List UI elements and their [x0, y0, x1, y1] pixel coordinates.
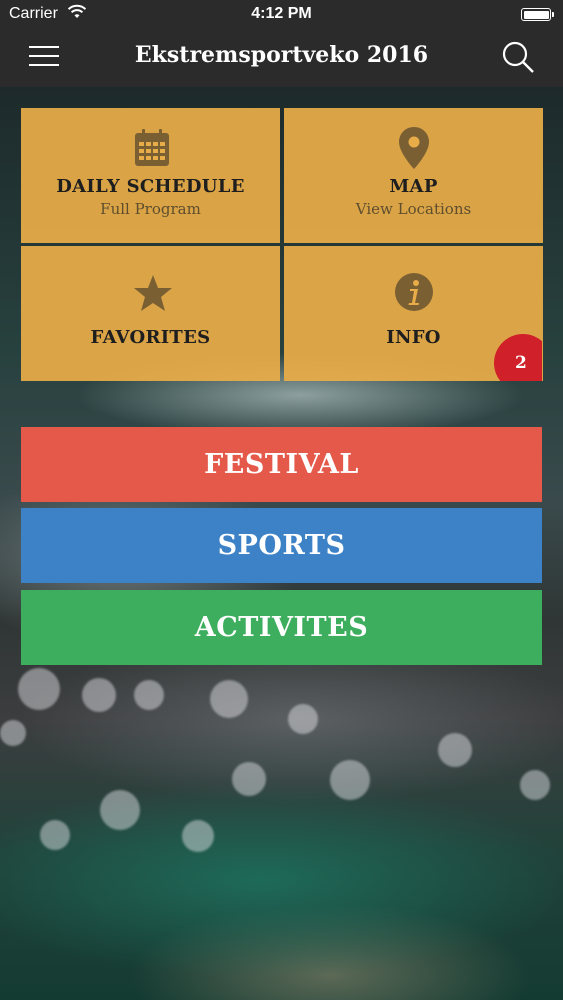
festival-button[interactable]: FESTIVAL — [21, 427, 542, 502]
info-icon — [395, 273, 433, 311]
tile-title: FAVORITES — [90, 327, 211, 348]
badge-count: 2 — [515, 353, 527, 373]
status-bar: Carrier 4:12 PM — [0, 0, 563, 28]
tile-subtitle: View Locations — [355, 200, 472, 218]
notification-badge: 2 — [494, 334, 542, 381]
activities-button[interactable]: ACTIVITES — [21, 590, 542, 665]
star-icon — [134, 275, 172, 311]
battery-icon — [521, 8, 554, 21]
tile-subtitle: Full Program — [100, 200, 201, 218]
map-pin-icon — [399, 127, 429, 169]
calendar-icon — [135, 129, 169, 166]
tile-daily-schedule[interactable]: DAILY SCHEDULE Full Program — [21, 108, 280, 243]
tile-title: MAP — [389, 176, 438, 197]
activities-button-label: ACTIVITES — [194, 612, 369, 643]
sports-button-label: SPORTS — [217, 530, 346, 561]
clock: 4:12 PM — [251, 5, 312, 22]
search-icon[interactable] — [501, 40, 535, 74]
sports-button[interactable]: SPORTS — [21, 508, 542, 583]
page-title: Ekstremsportveko 2016 — [134, 42, 429, 68]
navigation-bar: Ekstremsportveko 2016 — [0, 28, 563, 87]
tile-map[interactable]: MAP View Locations — [284, 108, 543, 243]
festival-button-label: FESTIVAL — [204, 449, 359, 480]
tile-title: DAILY SCHEDULE — [56, 176, 245, 197]
tile-favorites[interactable]: FAVORITES — [21, 246, 280, 381]
